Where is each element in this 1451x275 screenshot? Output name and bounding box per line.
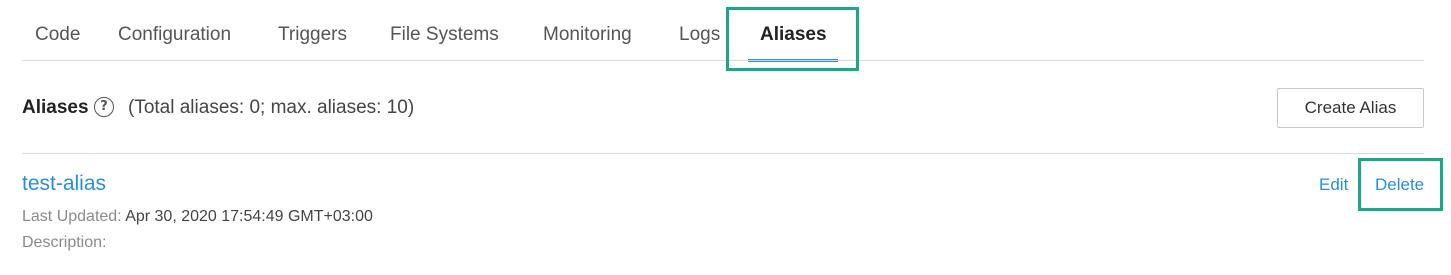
create-alias-button[interactable]: Create Alias bbox=[1277, 88, 1424, 128]
alias-count-text: (Total aliases: 0; max. aliases: 10) bbox=[128, 97, 415, 118]
tab-file-systems[interactable]: File Systems bbox=[390, 23, 499, 47]
tab-highlight-box bbox=[726, 7, 859, 71]
help-icon[interactable]: ? bbox=[94, 97, 114, 117]
last-updated-value: Apr 30, 2020 17:54:49 GMT+03:00 bbox=[125, 208, 373, 225]
tabs-divider bbox=[22, 60, 1424, 61]
last-updated-label: Last Updated: bbox=[22, 208, 122, 225]
tab-triggers[interactable]: Triggers bbox=[278, 23, 347, 47]
description-label: Description: bbox=[22, 234, 107, 251]
delete-highlight-box bbox=[1358, 158, 1443, 211]
edit-link[interactable]: Edit bbox=[1319, 175, 1348, 195]
description-row: Description: bbox=[22, 233, 106, 253]
alias-name-link[interactable]: test-alias bbox=[22, 172, 106, 196]
tab-logs[interactable]: Logs bbox=[679, 23, 720, 47]
section-divider bbox=[22, 153, 1424, 154]
tab-monitoring[interactable]: Monitoring bbox=[543, 23, 632, 47]
last-updated-row: Last Updated: Apr 30, 2020 17:54:49 GMT+… bbox=[22, 207, 373, 227]
tab-code[interactable]: Code bbox=[35, 23, 80, 47]
tab-bar: Code Configuration Triggers File Systems… bbox=[0, 0, 1424, 71]
tab-configuration[interactable]: Configuration bbox=[118, 23, 231, 47]
section-title: Aliases bbox=[22, 97, 89, 118]
